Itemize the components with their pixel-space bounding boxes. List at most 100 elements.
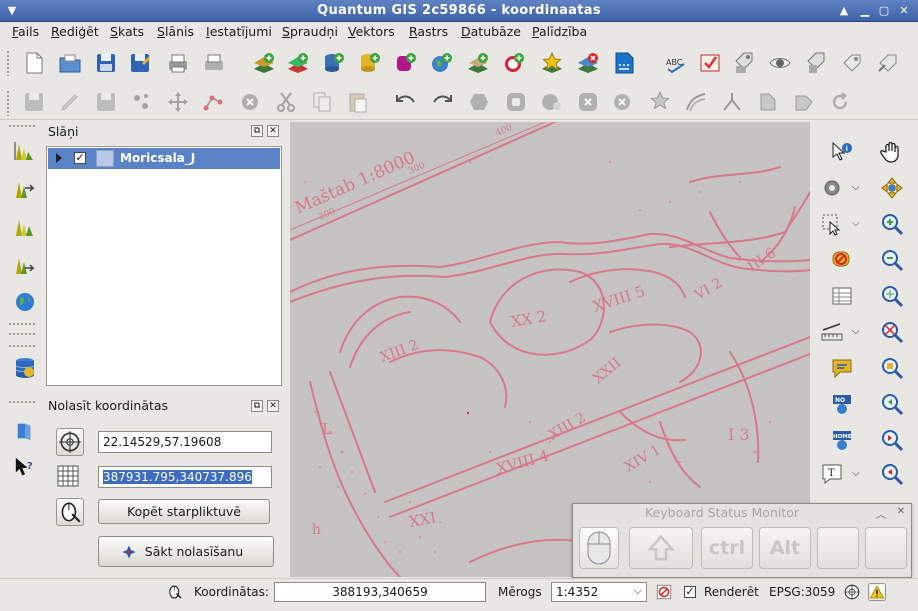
spell-check-icon[interactable]: ABC	[664, 51, 688, 75]
add-vector-icon[interactable]	[286, 51, 310, 75]
save-project-icon[interactable]	[94, 51, 118, 75]
coord-capture-toggle-icon[interactable]	[166, 583, 184, 601]
redo-icon[interactable]	[430, 90, 454, 114]
plugin-tool-icon[interactable]	[804, 51, 828, 75]
coordinates-field[interactable]: 388193,340659	[274, 582, 486, 602]
toolbar-grip[interactable]	[8, 322, 36, 326]
remove-layer-icon[interactable]	[576, 51, 600, 75]
scale-dropdown-icon[interactable]: ⌵	[634, 584, 642, 598]
wgs84-crs-button[interactable]	[56, 428, 84, 456]
menu-vector[interactable]: Vektors	[348, 24, 395, 39]
add-spatialite-icon[interactable]	[358, 51, 382, 75]
open-project-icon[interactable]	[58, 51, 82, 75]
add-raster-icon[interactable]	[252, 51, 276, 75]
copy-to-clipboard-button[interactable]: Kopēt starpliktuvē	[98, 499, 270, 524]
window-shade-icon[interactable]: ▲	[836, 3, 852, 19]
plugin-install-icon[interactable]	[698, 51, 722, 75]
deselect-icon[interactable]	[830, 248, 854, 272]
toolbar-grip[interactable]	[8, 400, 36, 404]
add-wms-icon[interactable]	[430, 51, 454, 75]
add-wcs-icon[interactable]	[466, 51, 490, 75]
add-part-icon[interactable]	[540, 90, 564, 114]
wgs84-coordinate-field[interactable]: 22.14529,57.19608	[98, 431, 272, 453]
zoom-in-icon[interactable]	[880, 212, 904, 236]
panel-float-icon[interactable]: ⧉	[251, 400, 263, 412]
plugin-tag2-icon[interactable]	[840, 51, 864, 75]
node-tool-icon[interactable]	[202, 90, 226, 114]
add-ring-icon[interactable]	[504, 90, 528, 114]
current-edits-icon[interactable]	[22, 90, 46, 114]
toggle-editing-icon[interactable]	[58, 90, 82, 114]
help-book-icon[interactable]	[14, 420, 36, 442]
zoom-out-icon[interactable]	[880, 248, 904, 272]
layer-item[interactable]: ✓ Moricsala_J	[48, 148, 280, 169]
new-bookmark-icon[interactable]: NO	[830, 392, 854, 416]
ksm-shade-icon[interactable]: ︿	[873, 506, 889, 521]
identify-icon[interactable]: i	[830, 140, 854, 164]
merge-features-icon[interactable]	[756, 90, 780, 114]
scale-combo[interactable]: 1:4352 ⌵	[551, 582, 647, 602]
maximize-icon[interactable]: ▢	[876, 3, 892, 19]
select-features-icon[interactable]	[820, 212, 844, 236]
annotation-dropdown-icon[interactable]: ⌵	[852, 468, 860, 479]
new-gpx-icon[interactable]	[612, 51, 636, 75]
layer-visibility-checkbox[interactable]: ✓	[74, 152, 86, 164]
show-bookmarks-icon[interactable]: HOME	[830, 428, 854, 452]
zoom-to-selection-icon[interactable]	[880, 356, 904, 380]
simplify-feature-icon[interactable]	[468, 90, 492, 114]
toolbar-grip[interactable]	[8, 344, 36, 348]
menu-help[interactable]: Palīdzība	[532, 24, 587, 39]
pan-to-selection-icon[interactable]	[880, 176, 904, 200]
expand-arrow-icon[interactable]	[56, 153, 62, 163]
save-as-icon[interactable]	[128, 51, 152, 75]
crs-globe-icon[interactable]	[843, 583, 861, 601]
menu-view[interactable]: Skats	[110, 24, 144, 39]
plugin-config-icon[interactable]	[876, 51, 900, 75]
offset-curve-icon[interactable]	[684, 90, 708, 114]
select-dropdown-icon[interactable]: ⌵	[852, 218, 860, 229]
delete-part-icon[interactable]	[612, 90, 636, 114]
menu-database[interactable]: Datubāze	[461, 24, 521, 39]
save-edits-icon[interactable]	[94, 90, 118, 114]
add-mssql-icon[interactable]	[394, 51, 418, 75]
print-composer-icon[interactable]	[166, 51, 190, 75]
whats-this-icon[interactable]: ?	[14, 456, 36, 478]
globe-icon[interactable]	[13, 290, 37, 314]
close-icon[interactable]: ✕	[896, 3, 912, 19]
histogram-stretch-icon[interactable]	[13, 138, 37, 162]
measure-dropdown-icon[interactable]: ⌵	[852, 326, 860, 337]
move-feature-icon[interactable]	[166, 90, 190, 114]
zoom-previous-icon[interactable]	[880, 428, 904, 452]
panel-float-icon[interactable]: ⧉	[251, 125, 263, 137]
histogram-local-icon[interactable]	[13, 214, 37, 238]
rotate-symbols-icon[interactable]	[828, 90, 852, 114]
menu-plugins[interactable]: Spraudņi	[282, 24, 338, 39]
click-tool-button[interactable]	[56, 498, 84, 526]
toolbar-grip[interactable]	[8, 124, 36, 128]
map-tips-icon[interactable]	[830, 356, 854, 380]
zoom-to-layer-icon[interactable]	[880, 320, 904, 344]
plugin-tag-icon[interactable]	[732, 51, 756, 75]
add-feature-icon[interactable]	[130, 90, 154, 114]
attribute-table-icon[interactable]	[830, 284, 854, 308]
undo-icon[interactable]	[394, 90, 418, 114]
crs-status[interactable]: EPSG:3059	[769, 585, 835, 599]
print-icon[interactable]	[202, 51, 226, 75]
paste-features-icon[interactable]	[346, 90, 370, 114]
copy-features-icon[interactable]	[310, 90, 334, 114]
measure-line-icon[interactable]	[820, 320, 844, 344]
menu-layer[interactable]: Slānis	[157, 24, 194, 39]
histogram-arrow-icon[interactable]	[13, 176, 37, 200]
toolbar-grip[interactable]	[6, 90, 10, 116]
action-gear-icon[interactable]	[820, 176, 844, 200]
zoom-next-icon[interactable]	[880, 462, 904, 486]
panel-close-icon[interactable]: ✕	[267, 125, 279, 137]
menu-raster[interactable]: Rastrs	[409, 24, 448, 39]
cut-features-icon[interactable]	[274, 90, 298, 114]
split-features-icon[interactable]	[720, 90, 744, 114]
menu-edit[interactable]: Rediģēt	[51, 24, 99, 39]
menu-settings[interactable]: Iestatījumi	[206, 24, 272, 39]
pan-icon[interactable]	[880, 140, 904, 164]
delete-ring-icon[interactable]	[576, 90, 600, 114]
stop-render-icon[interactable]	[655, 583, 673, 601]
